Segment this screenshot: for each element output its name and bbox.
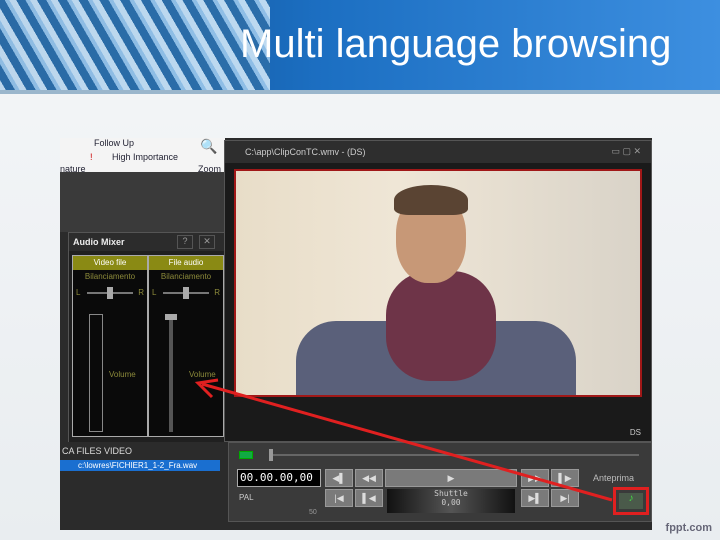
arrow-line bbox=[201, 382, 613, 502]
footer-brand: fppt.com bbox=[665, 522, 712, 534]
annotation-arrow bbox=[194, 378, 613, 502]
